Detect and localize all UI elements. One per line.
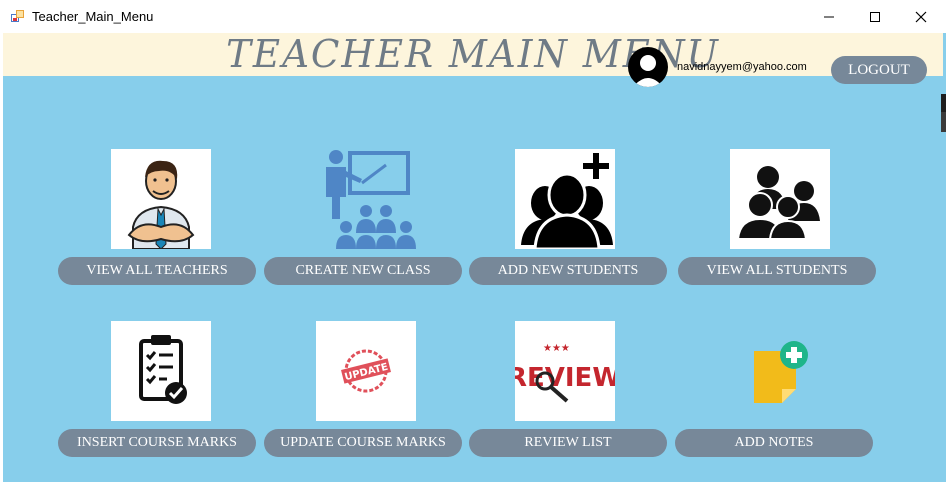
- maximize-icon: [870, 11, 880, 22]
- left-edge: [0, 33, 3, 488]
- user-email: navidnayyem@yahoo.com: [677, 61, 807, 73]
- app-icon: [11, 10, 25, 24]
- avatar: [628, 47, 668, 87]
- close-button[interactable]: [898, 0, 944, 33]
- review-list-button[interactable]: REVIEW LIST: [469, 429, 667, 457]
- classroom-icon[interactable]: [316, 149, 416, 249]
- view-all-teachers-button[interactable]: VIEW ALL TEACHERS: [58, 257, 256, 285]
- svg-text:★★★: ★★★: [543, 343, 570, 354]
- update-stamp-icon[interactable]: UPDATE: [316, 321, 416, 421]
- add-note-icon[interactable]: [730, 321, 830, 421]
- checklist-icon[interactable]: [111, 321, 211, 421]
- bottom-edge: [0, 482, 946, 488]
- minimize-icon: [824, 16, 834, 17]
- user-icon: [633, 55, 663, 87]
- create-new-class-button[interactable]: CREATE NEW CLASS: [264, 257, 462, 285]
- scroll-edge-lower: [941, 112, 946, 132]
- window-title: Teacher_Main_Menu: [32, 9, 154, 24]
- add-notes-button[interactable]: ADD NOTES: [675, 429, 873, 457]
- logout-button[interactable]: LOGOUT: [831, 56, 927, 84]
- svg-text:REVIEW: REVIEW: [515, 363, 615, 393]
- view-all-students-button[interactable]: VIEW ALL STUDENTS: [678, 257, 876, 285]
- students-group-icon[interactable]: [730, 149, 830, 249]
- add-new-students-button[interactable]: ADD NEW STUDENTS: [469, 257, 667, 285]
- window-titlebar: Teacher_Main_Menu: [0, 0, 946, 33]
- insert-course-marks-button[interactable]: INSERT COURSE MARKS: [58, 429, 256, 457]
- review-icon[interactable]: REVIEW ★★★: [507, 321, 621, 421]
- update-course-marks-button[interactable]: UPDATE COURSE MARKS: [264, 429, 462, 457]
- close-icon: [915, 11, 927, 22]
- maximize-button[interactable]: [852, 0, 898, 33]
- minimize-button[interactable]: [806, 0, 852, 33]
- teacher-icon[interactable]: [111, 149, 211, 250]
- add-students-icon[interactable]: [515, 149, 615, 251]
